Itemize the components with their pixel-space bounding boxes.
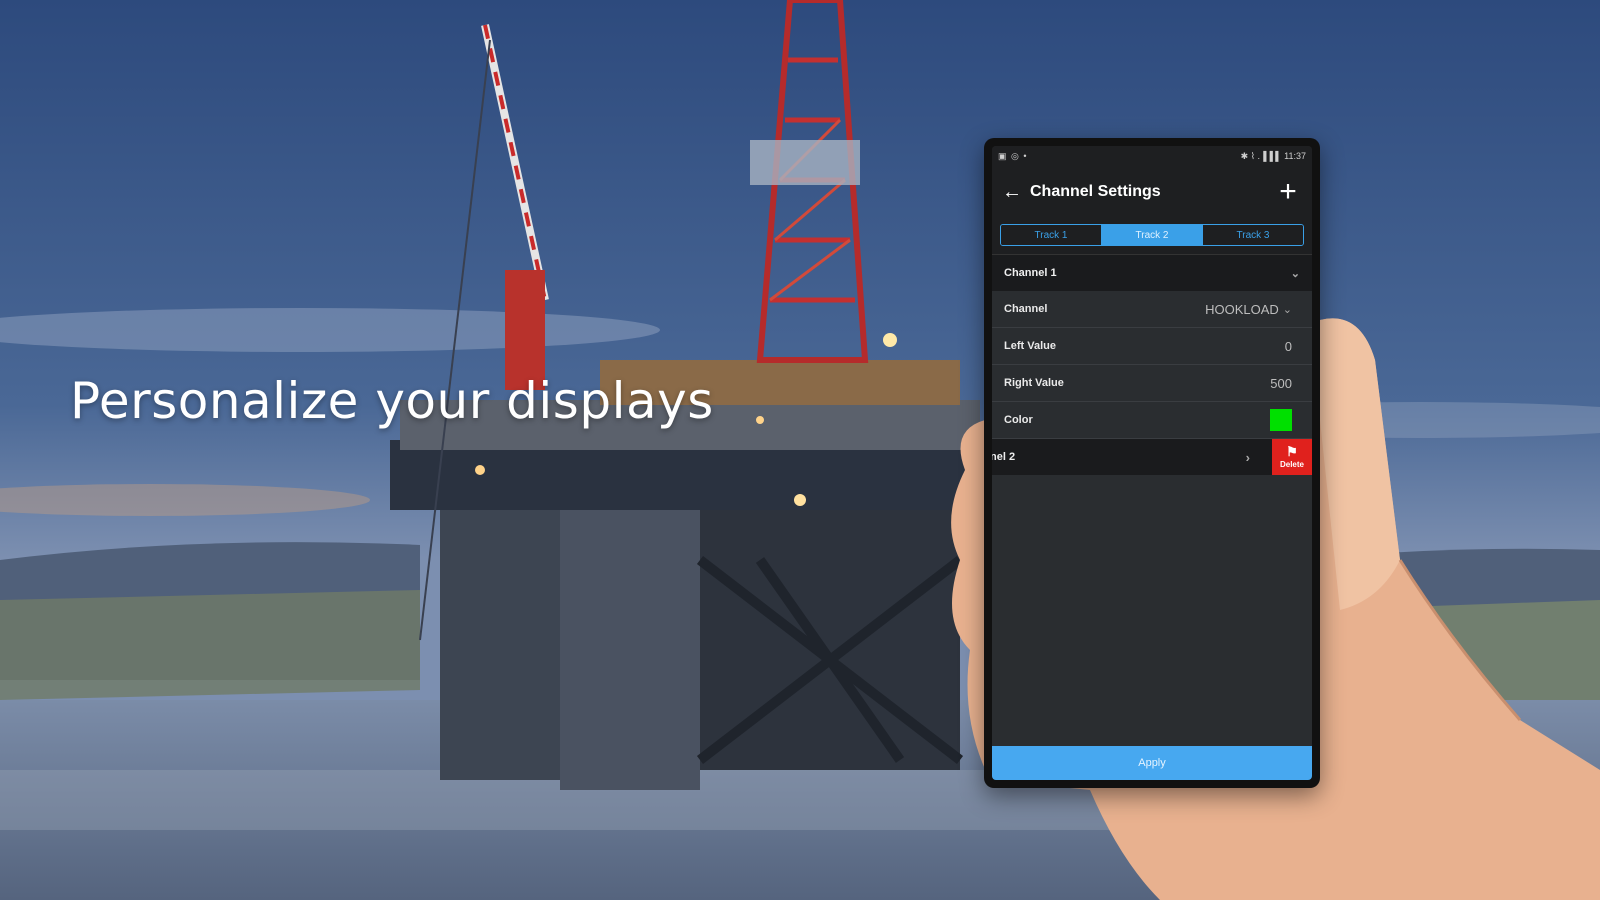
background-photo (0, 0, 1600, 900)
tab-track-2[interactable]: Track 2 (1101, 225, 1202, 245)
channel-group-header[interactable]: Channel 1 ⌄ (992, 254, 1312, 291)
chevron-up-icon: ⌄ (1290, 267, 1300, 280)
channel-value[interactable]: HOOKLOAD ⌄ (1205, 302, 1292, 317)
phone-mockup: ▣ ◎ • ✱ ⌇ .▐▐ ▌ 11:37 ← Channel Settings… (984, 138, 1320, 788)
tab-track-3[interactable]: Track 3 (1202, 225, 1303, 245)
channel-row[interactable]: Channel HOOKLOAD ⌄ (992, 291, 1312, 328)
left-value-row[interactable]: Left Value 0 (992, 328, 1312, 365)
channel-value-text: HOOKLOAD (1205, 301, 1279, 317)
delete-label: Delete (1279, 460, 1304, 469)
back-arrow-icon[interactable]: ← (1002, 181, 1030, 204)
track-tabs: Track 1 Track 2 Track 3 (1000, 224, 1304, 246)
add-icon[interactable]: + (1274, 177, 1302, 207)
apply-button[interactable]: Apply (992, 746, 1312, 780)
right-value-row[interactable]: Right Value 500 (992, 365, 1312, 402)
channel-group-label: Channel 1 (1004, 267, 1057, 279)
page-title: Channel Settings (1030, 183, 1161, 200)
right-value-field[interactable]: 500 (1270, 376, 1292, 391)
headline: Personalize your displays (70, 372, 714, 430)
app-bar: ← Channel Settings + (992, 166, 1312, 218)
status-right-info: ✱ ⌇ .▐▐ ▌ 11:37 (1240, 150, 1306, 161)
chevron-right-icon: › (1245, 449, 1250, 465)
channel-label: Channel (1004, 303, 1048, 315)
tab-track-1[interactable]: Track 1 (1001, 225, 1101, 245)
channel-2-label: nel 2 (992, 451, 1016, 463)
chevron-down-icon: ⌄ (1282, 303, 1292, 316)
empty-list-area (992, 475, 1312, 761)
track-tabs-container: Track 1 Track 2 Track 3 (992, 218, 1312, 254)
status-bar: ▣ ◎ • ✱ ⌇ .▐▐ ▌ 11:37 (992, 146, 1312, 166)
color-label: Color (1004, 414, 1033, 426)
right-value-label: Right Value (1004, 377, 1064, 389)
color-row[interactable]: Color (992, 402, 1312, 439)
trash-icon: ⚑ (1286, 444, 1298, 459)
channel-2-row[interactable]: nel 2 › ⚑ Delete (992, 439, 1312, 475)
delete-button[interactable]: ⚑ Delete (1272, 439, 1312, 475)
phone-screen: ▣ ◎ • ✱ ⌇ .▐▐ ▌ 11:37 ← Channel Settings… (992, 146, 1312, 780)
left-value-label: Left Value (1004, 340, 1056, 352)
left-value-field[interactable]: 0 (1285, 339, 1292, 354)
color-swatch[interactable] (1270, 409, 1292, 431)
status-left-icons: ▣ ◎ • (998, 150, 1028, 161)
